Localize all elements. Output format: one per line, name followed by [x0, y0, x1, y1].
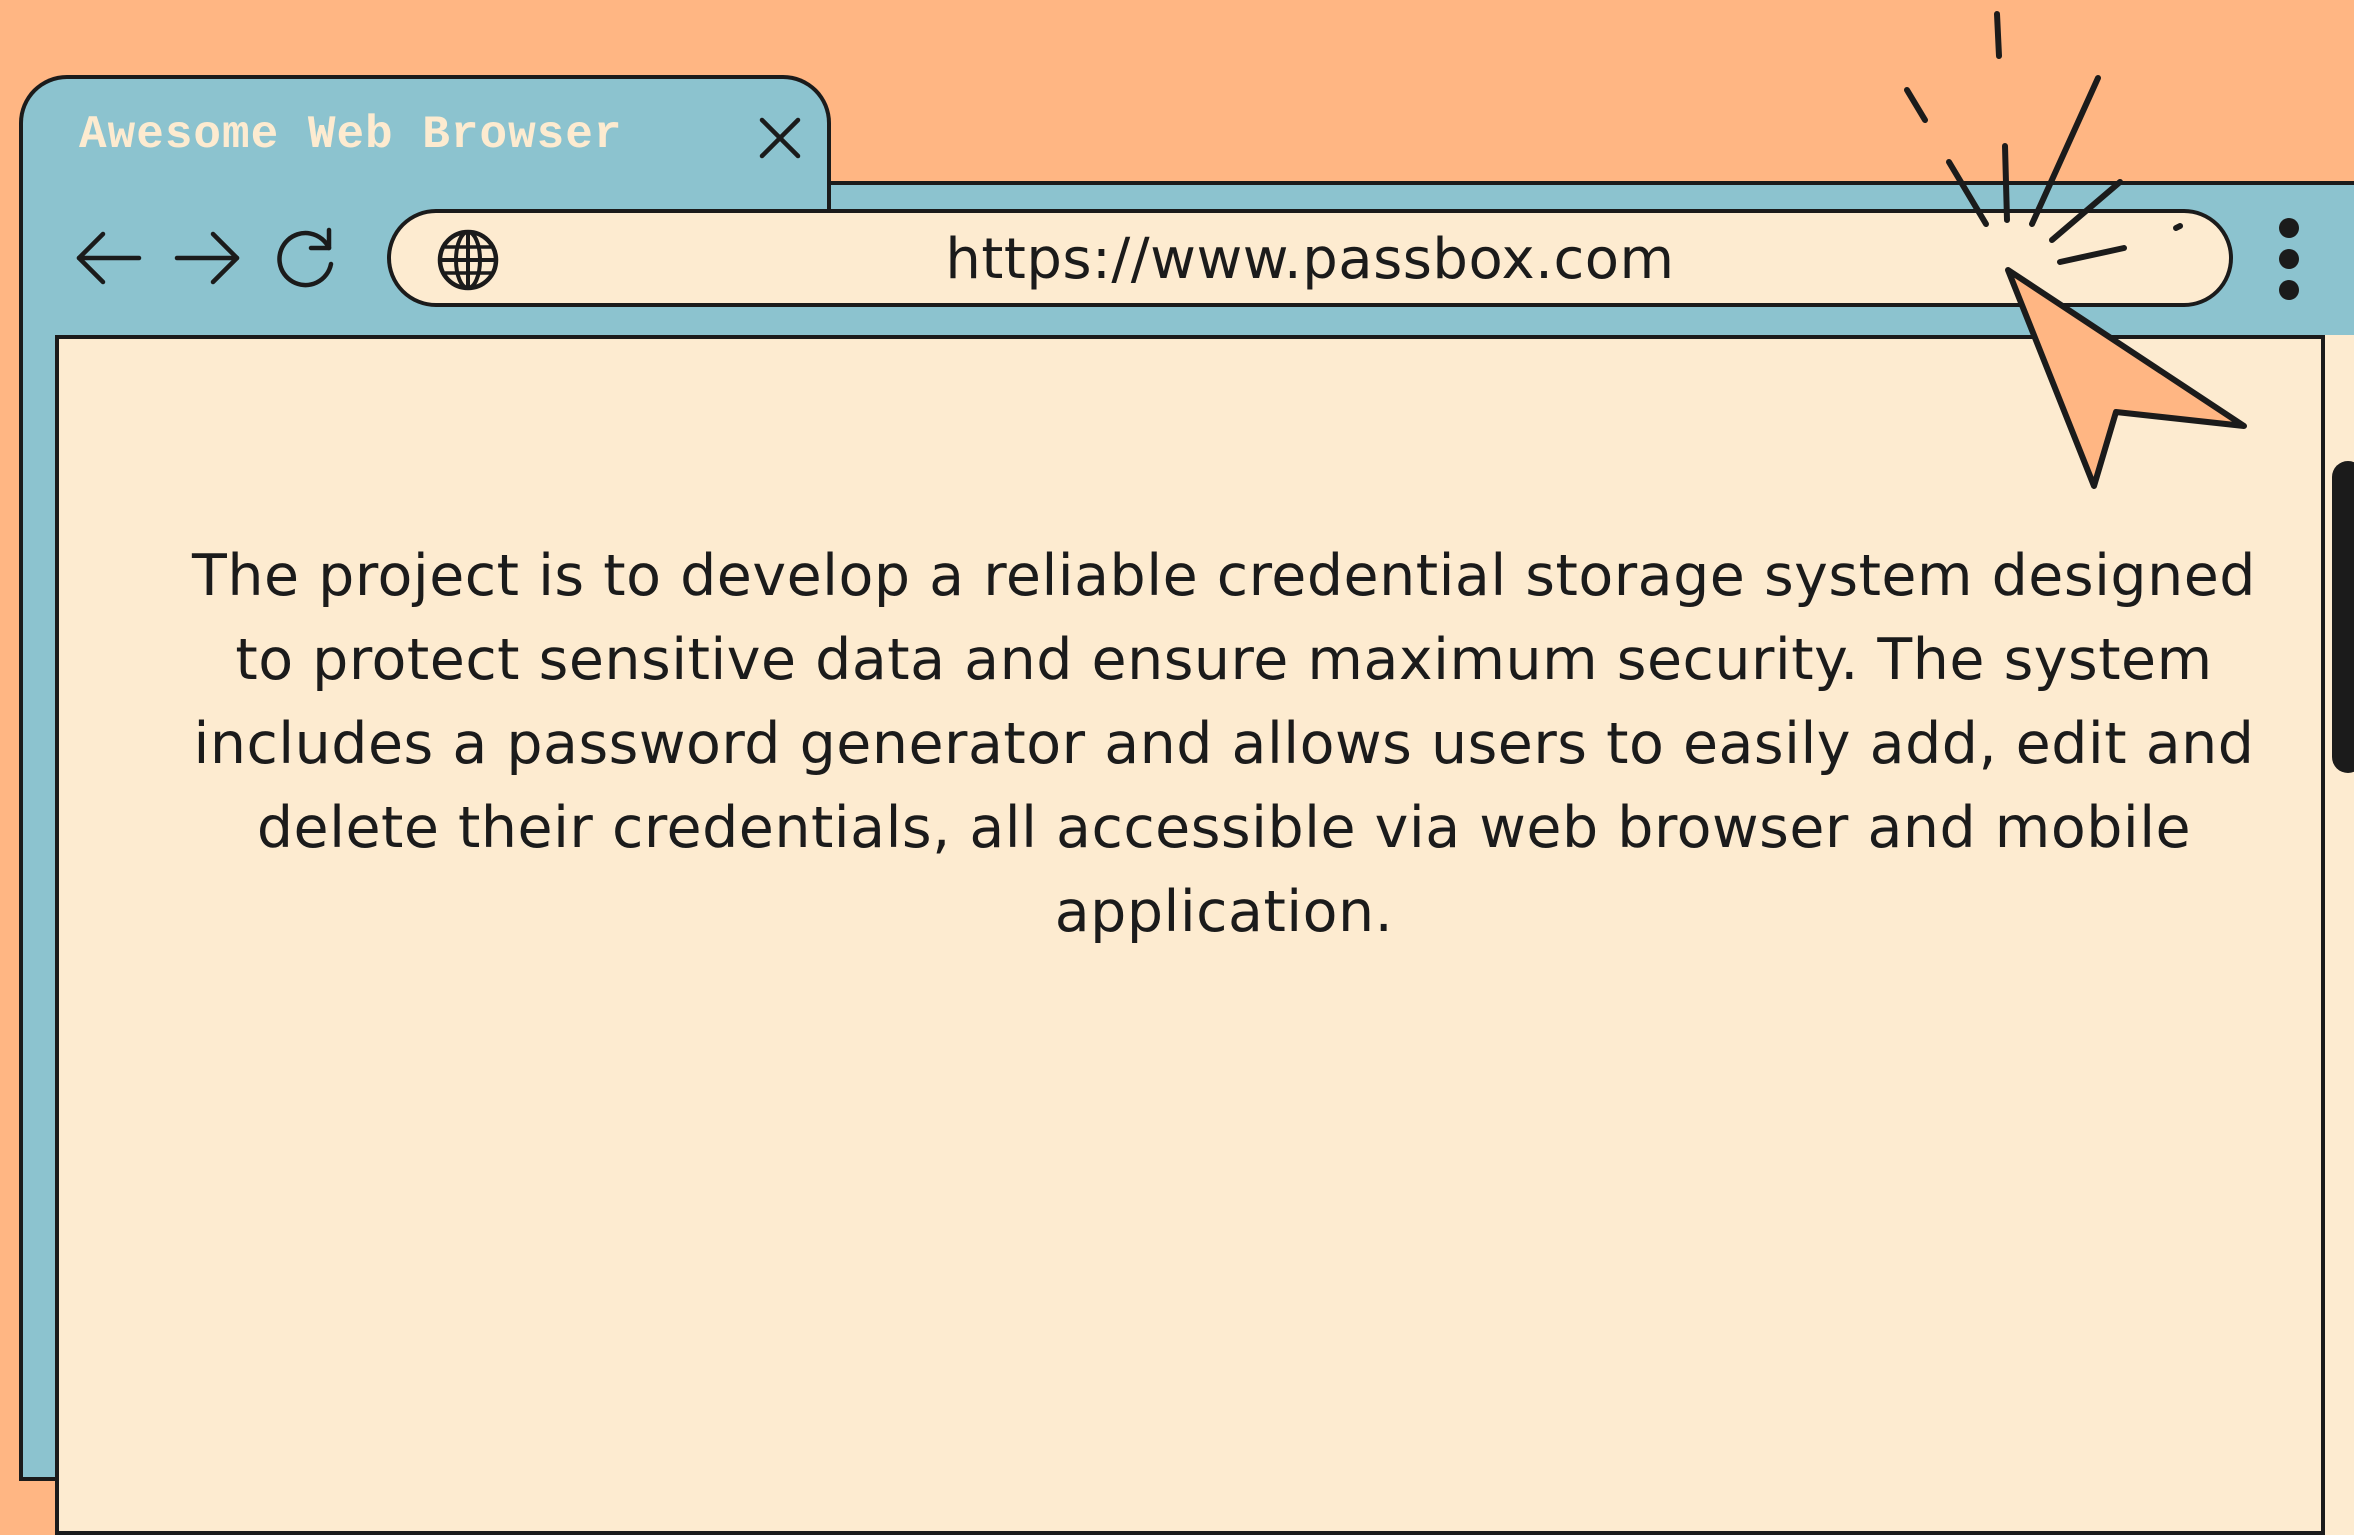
menu-dot [2279, 218, 2299, 238]
scrollbar-thumb[interactable] [2332, 461, 2354, 773]
page-content: The project is to develop a reliable cre… [55, 335, 2325, 1535]
browser-tab[interactable]: Awesome Web Browser [19, 75, 831, 215]
project-description: The project is to develop a reliable cre… [192, 543, 2256, 945]
reload-icon[interactable] [267, 218, 347, 298]
kebab-menu-icon[interactable] [2271, 218, 2307, 308]
menu-dot [2279, 249, 2299, 269]
browser-window: Awesome Web Browser https://www.passbox.… [19, 75, 2354, 1535]
url-text[interactable]: https://www.passbox.com [391, 227, 2229, 292]
menu-dot [2279, 280, 2299, 300]
arrow-right-icon[interactable] [167, 218, 247, 298]
close-icon[interactable] [758, 116, 802, 160]
scrollbar-track[interactable] [2321, 335, 2354, 1535]
address-bar[interactable]: https://www.passbox.com [387, 209, 2233, 307]
arrow-left-icon[interactable] [69, 218, 149, 298]
tab-title: Awesome Web Browser [79, 109, 623, 161]
